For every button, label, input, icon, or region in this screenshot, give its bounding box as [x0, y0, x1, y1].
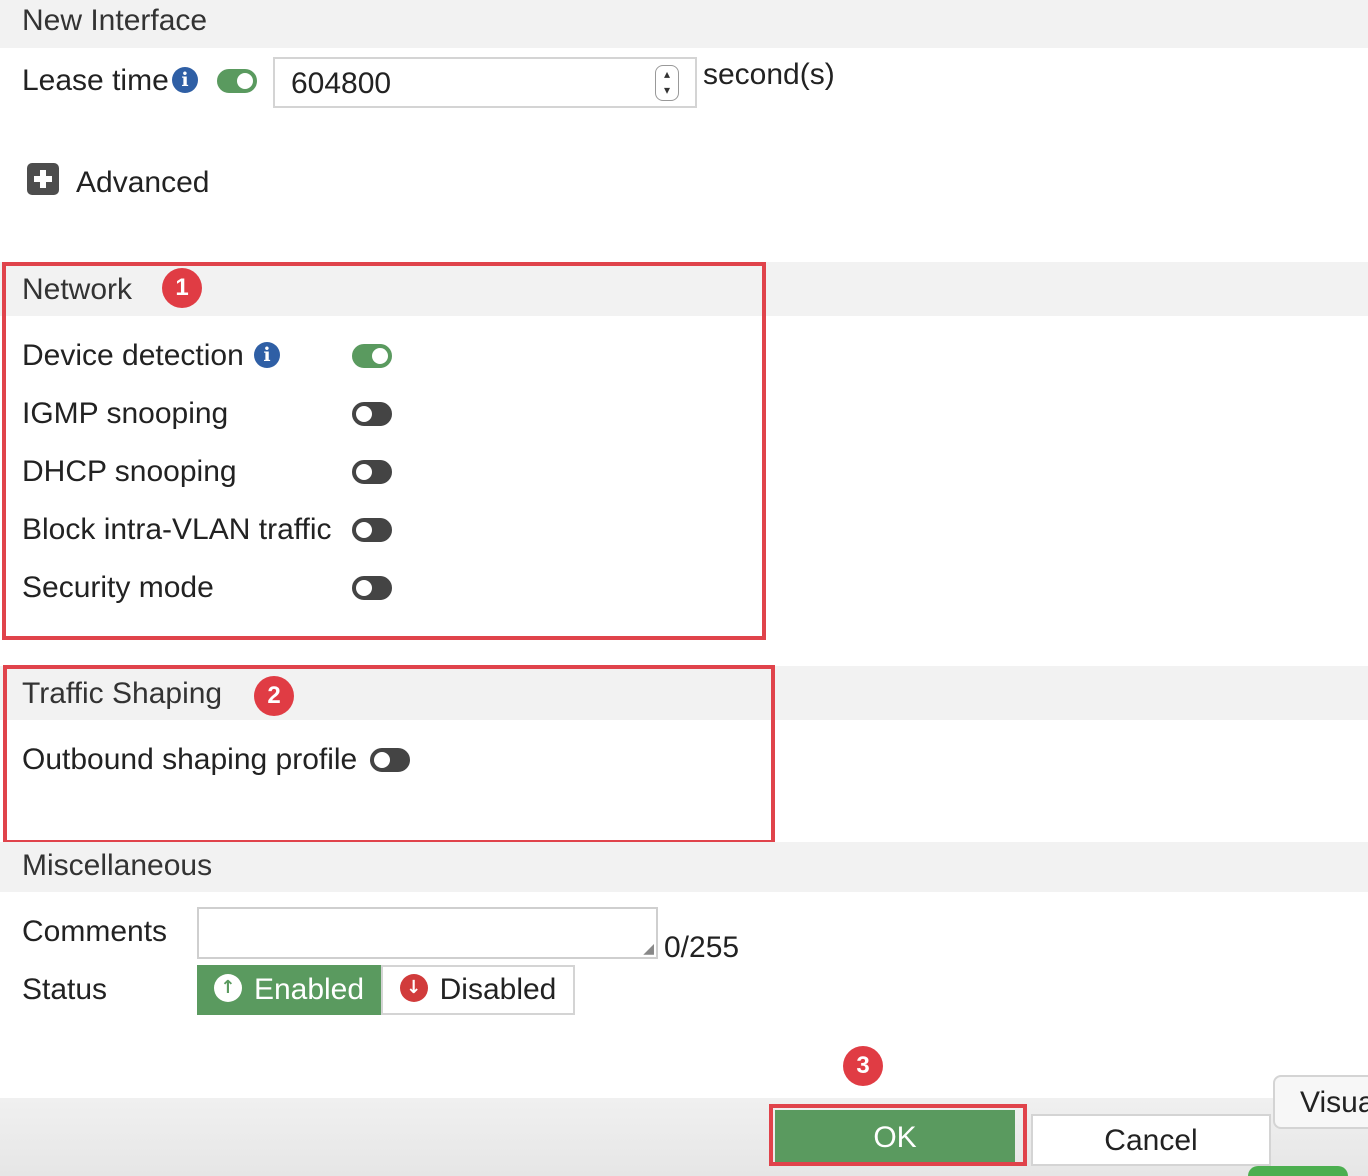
cancel-label: Cancel	[1104, 1124, 1198, 1157]
status-label: Status	[22, 973, 108, 1006]
comments-textarea[interactable]: ◢	[197, 907, 658, 959]
info-icon[interactable]: i	[172, 67, 198, 93]
spinner-icon[interactable]: ▴ ▾	[655, 65, 679, 101]
cancel-button[interactable]: Cancel	[1031, 1114, 1271, 1166]
enabled-label: Enabled	[253, 973, 365, 1006]
lease-time-unit: second(s)	[703, 58, 835, 91]
resize-handle-icon[interactable]: ◢	[643, 941, 654, 957]
arrow-up-circle-icon: ↑	[213, 974, 242, 1003]
comments-label: Comments	[22, 915, 168, 948]
lease-time-input[interactable]: 604800 ▴ ▾	[273, 57, 697, 108]
misc-section-title: Miscellaneous	[22, 849, 213, 882]
network-highlight-box	[2, 262, 766, 640]
status-pill	[1248, 1166, 1348, 1176]
dialog-title: New Interface	[22, 4, 208, 37]
status-enabled-button[interactable]: ↑ Enabled	[197, 965, 381, 1015]
comments-count: 0/255	[664, 931, 740, 964]
advanced-toggle-label[interactable]: Advanced	[76, 166, 209, 200]
arrow-down-circle-icon: ↓	[399, 974, 428, 1003]
lease-time-value: 604800	[291, 67, 392, 100]
traffic-highlight-box	[3, 665, 775, 844]
visual-label: Visua	[1300, 1086, 1368, 1119]
lease-time-toggle[interactable]	[217, 69, 257, 93]
disabled-label: Disabled	[439, 973, 557, 1006]
step-badge-3: 3	[843, 1046, 883, 1086]
ok-highlight-box	[769, 1104, 1027, 1166]
status-disabled-button[interactable]: ↓ Disabled	[381, 965, 575, 1015]
expand-plus-icon[interactable]	[27, 163, 59, 195]
visual-button[interactable]: Visua	[1273, 1075, 1368, 1129]
lease-time-label: Lease time	[22, 64, 169, 97]
